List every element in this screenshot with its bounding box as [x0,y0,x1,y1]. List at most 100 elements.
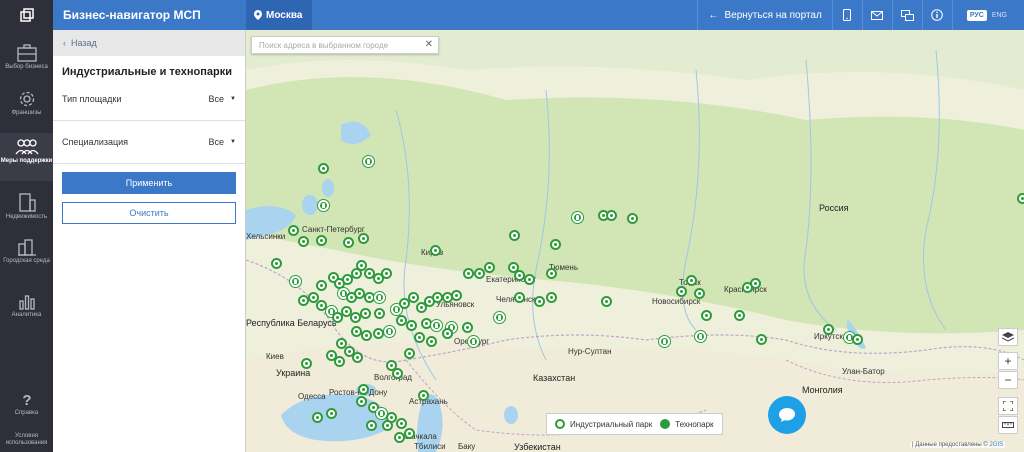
industrial-park-marker[interactable] [451,290,462,301]
industrial-park-marker[interactable] [430,245,441,256]
zoom-in-button[interactable]: + [998,352,1018,370]
chat-icon[interactable] [893,0,923,30]
industrial-park-marker[interactable] [546,292,557,303]
industrial-park-marker[interactable] [1017,193,1024,204]
phone-icon[interactable] [833,0,863,30]
language-switch[interactable]: РУС ENG [953,9,1024,21]
industrial-park-marker[interactable] [381,268,392,279]
industrial-park-marker[interactable] [392,368,403,379]
industrial-park-marker[interactable] [601,296,612,307]
layers-button[interactable] [998,328,1018,346]
industrial-park-marker[interactable] [756,334,767,345]
back-to-portal-link[interactable]: ← Вернуться на портал [697,0,833,30]
industrial-park-marker[interactable] [394,432,405,443]
industrial-park-marker[interactable] [318,163,329,174]
technopark-marker[interactable] [468,336,479,347]
industrial-park-marker[interactable] [676,286,687,297]
mail-icon[interactable] [863,0,893,30]
industrial-park-marker[interactable] [406,320,417,331]
nav-item-franchises[interactable]: Франшизы [0,90,53,117]
industrial-park-marker[interactable] [352,352,363,363]
industrial-park-marker[interactable] [358,233,369,244]
industrial-park-marker[interactable] [316,280,327,291]
industrial-park-marker[interactable] [312,412,323,423]
lang-ru[interactable]: РУС [966,9,987,21]
industrial-park-marker[interactable] [418,390,429,401]
close-icon[interactable]: ✕ [425,39,433,50]
industrial-park-marker[interactable] [524,274,535,285]
industrial-park-marker[interactable] [442,328,453,339]
industrial-park-marker[interactable] [358,384,369,395]
city-selector[interactable]: Москва [246,0,312,30]
nav-item-support[interactable]: Меры поддержки [0,133,53,181]
industrial-park-marker[interactable] [343,237,354,248]
industrial-park-marker[interactable] [750,278,761,289]
industrial-park-marker[interactable] [396,418,407,429]
industrial-park-marker[interactable] [484,262,495,273]
industrial-park-marker[interactable] [404,428,415,439]
industrial-park-marker[interactable] [462,322,473,333]
nav-item-business[interactable]: Выбор бизнеса [0,44,53,71]
industrial-park-marker[interactable] [463,268,474,279]
technopark-marker[interactable] [494,312,505,323]
industrial-park-marker[interactable] [509,230,520,241]
technopark-marker[interactable] [318,200,329,211]
industrial-park-marker[interactable] [546,268,557,279]
zoom-out-button[interactable]: − [998,371,1018,389]
industrial-park-marker[interactable] [288,225,299,236]
industrial-park-marker[interactable] [326,408,337,419]
industrial-park-marker[interactable] [694,288,705,299]
address-search[interactable]: Поиск адреса в выбранном городе ✕ [251,36,439,54]
industrial-park-marker[interactable] [360,308,371,319]
technopark-marker[interactable] [659,336,670,347]
map[interactable]: Поиск адреса в выбранном городе ✕ Россия… [246,30,1024,452]
industrial-park-marker[interactable] [426,336,437,347]
industrial-park-marker[interactable] [404,348,415,359]
industrial-park-marker[interactable] [734,310,745,321]
industrial-park-marker[interactable] [627,213,638,224]
industrial-park-marker[interactable] [414,332,425,343]
nav-item-realty[interactable]: Недвижимость [0,192,53,221]
filter-select[interactable]: Все ▼ [209,94,236,104]
industrial-park-marker[interactable] [382,420,393,431]
industrial-park-marker[interactable] [823,324,834,335]
fullscreen-button[interactable] [998,397,1018,415]
logo[interactable] [0,0,53,30]
apply-button[interactable]: Применить [62,172,236,194]
ruler-button[interactable] [998,416,1018,434]
technopark-marker[interactable] [572,212,583,223]
filter-select[interactable]: Все ▼ [209,137,236,147]
industrial-park-marker[interactable] [550,239,561,250]
industrial-park-marker[interactable] [271,258,282,269]
technopark-marker[interactable] [695,331,706,342]
industrial-park-marker[interactable] [606,210,617,221]
nav-item-city[interactable]: Городская среда [0,238,53,265]
nav-item-analytics[interactable]: Аналитика [0,292,53,319]
filter-site-type[interactable]: Тип площадки Все ▼ [53,84,245,114]
clear-button[interactable]: Очистить [62,202,236,224]
back-link[interactable]: ‹ Назад [53,30,245,56]
industrial-park-marker[interactable] [686,275,697,286]
lang-en[interactable]: ENG [989,10,1010,21]
industrial-park-marker[interactable] [514,292,525,303]
info-icon[interactable] [923,0,953,30]
industrial-park-marker[interactable] [534,296,545,307]
attribution-brand[interactable]: 2GIS [989,442,1003,448]
nav-item-terms[interactable]: Условия использования [0,433,53,447]
industrial-park-marker[interactable] [366,420,377,431]
filter-specialization[interactable]: Специализация Все ▼ [53,127,245,157]
technopark-marker[interactable] [290,276,301,287]
industrial-park-marker[interactable] [852,334,863,345]
industrial-park-marker[interactable] [334,356,345,367]
industrial-park-marker[interactable] [474,268,485,279]
industrial-park-marker[interactable] [374,308,385,319]
technopark-marker[interactable] [384,326,395,337]
chat-button[interactable] [768,396,806,434]
nav-item-help[interactable]: ? Справка [0,392,53,417]
technopark-marker[interactable] [374,292,385,303]
industrial-park-marker[interactable] [298,236,309,247]
technopark-marker[interactable] [431,320,442,331]
industrial-park-marker[interactable] [356,396,367,407]
technopark-marker[interactable] [363,156,374,167]
industrial-park-marker[interactable] [373,328,384,339]
